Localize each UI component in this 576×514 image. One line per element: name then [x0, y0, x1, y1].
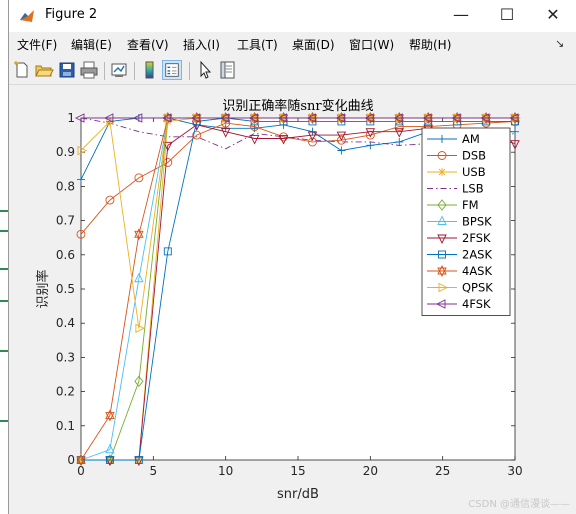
- minimize-button[interactable]: —: [438, 0, 484, 32]
- menu-view[interactable]: 查看(V): [127, 36, 169, 53]
- legend-label: USB: [462, 165, 486, 179]
- menu-tools[interactable]: 工具(T): [237, 36, 278, 53]
- menu-desktop[interactable]: 桌面(D): [292, 36, 335, 53]
- insert-legend-icon[interactable]: [162, 60, 182, 80]
- edit-plot-arrow-icon[interactable]: [195, 60, 215, 80]
- snr-accuracy-chart: 识别正确率随snr变化曲线 snr/dB 识别率 0 5 10 15 20 25 30 0 0.…: [35, 98, 523, 502]
- watermark: CSDN @通信漫谈——: [468, 499, 570, 510]
- new-figure-icon[interactable]: [12, 60, 32, 80]
- close-button[interactable]: ✕: [530, 0, 576, 32]
- chart-title: 识别正确率随snr变化曲线: [222, 98, 373, 114]
- legend-label: 2ASK: [462, 248, 492, 262]
- window-title: Figure 2: [45, 7, 98, 22]
- legend-label: LSB: [462, 182, 484, 196]
- x-tick-label: 25: [435, 464, 450, 478]
- y-tick-label: 0: [67, 453, 75, 467]
- x-tick-label: 20: [363, 464, 378, 478]
- legend-marker: [438, 168, 446, 176]
- x-tick-label: 15: [290, 464, 305, 478]
- property-inspector-icon[interactable]: [218, 60, 238, 80]
- title-bar[interactable]: Figure 2 — ☐ ✕: [9, 0, 576, 32]
- legend-label: QPSK: [462, 281, 493, 295]
- save-icon[interactable]: [57, 60, 77, 80]
- y-axis-label: 识别率: [35, 269, 51, 308]
- x-tick-label: 30: [507, 464, 522, 478]
- x-tick-label: 5: [150, 464, 158, 478]
- toolbar: [9, 58, 576, 85]
- y-tick-label: 0.1: [56, 419, 75, 433]
- legend-label: FM: [462, 198, 479, 212]
- menu-insert[interactable]: 插入(I): [183, 36, 220, 53]
- menu-window[interactable]: 窗口(W): [349, 36, 394, 53]
- y-tick-label: 0.3: [56, 350, 75, 364]
- legend-label: 4FSK: [462, 297, 491, 311]
- dock-figure-icon[interactable]: ↘: [555, 37, 564, 50]
- x-tick-label: 10: [218, 464, 233, 478]
- toolbar-separator: [189, 62, 190, 80]
- y-tick-label: 0.2: [56, 385, 75, 399]
- legend-label: BPSK: [462, 215, 492, 229]
- y-tick-label: 0.5: [56, 282, 75, 296]
- matlab-figure-icon: [20, 10, 34, 22]
- figure-window: Figure 2 — ☐ ✕ 文件(F) 编辑(E) 查看(V) 插入(I) 工…: [8, 0, 576, 514]
- legend-label: 4ASK: [462, 264, 492, 278]
- y-tick-label: 1: [67, 111, 75, 125]
- maximize-button[interactable]: ☐: [484, 0, 530, 32]
- toolbar-separator: [104, 62, 105, 80]
- x-tick-label: 0: [77, 464, 85, 478]
- open-file-icon[interactable]: [34, 60, 54, 80]
- y-tick-label: 0.4: [56, 316, 75, 330]
- y-tick-label: 0.9: [56, 145, 75, 159]
- x-axis-label: snr/dB: [277, 487, 319, 502]
- legend-label: 2FSK: [462, 231, 491, 245]
- link-plot-icon[interactable]: [109, 60, 129, 80]
- print-icon[interactable]: [79, 60, 99, 80]
- y-tick-label: 0.6: [56, 248, 75, 262]
- menu-file[interactable]: 文件(F): [17, 36, 57, 53]
- menu-help[interactable]: 帮助(H): [409, 36, 451, 53]
- figure-canvas: 识别正确率随snr变化曲线 snr/dB 识别率 0 5 10 15 20 25 30 0 0.…: [9, 85, 576, 514]
- y-tick-label: 0.7: [56, 214, 75, 228]
- y-tick-label: 0.8: [56, 179, 75, 193]
- legend-label: DSB: [462, 149, 486, 163]
- insert-colorbar-icon[interactable]: [140, 60, 160, 80]
- menu-edit[interactable]: 编辑(E): [71, 36, 112, 53]
- legend-label: AM: [462, 132, 480, 146]
- toolbar-separator: [134, 62, 135, 80]
- menu-bar: 文件(F) 编辑(E) 查看(V) 插入(I) 工具(T) 桌面(D) 窗口(W…: [9, 32, 576, 56]
